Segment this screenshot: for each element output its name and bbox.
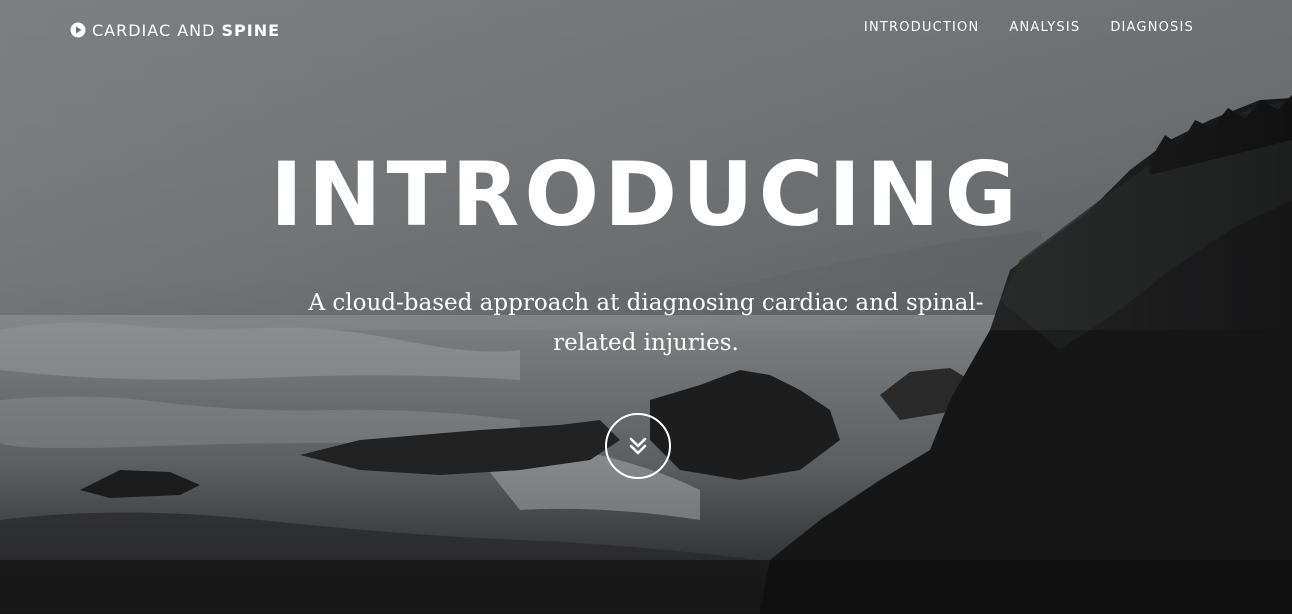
top-navbar: CARDIAC AND SPINE INTRODUCTION ANALYSIS … <box>0 0 1292 58</box>
nav-link-diagnosis[interactable]: DIAGNOSIS <box>1110 20 1194 35</box>
brand-text-bold: SPINE <box>221 20 281 40</box>
brand-logo-link[interactable]: CARDIAC AND SPINE <box>70 19 280 41</box>
hero-section: CARDIAC AND SPINE INTRODUCTION ANALYSIS … <box>0 0 1292 614</box>
nav-link-introduction[interactable]: INTRODUCTION <box>864 20 980 35</box>
hero-headline: INTRODUCING <box>270 143 1022 246</box>
nav-link-analysis[interactable]: ANALYSIS <box>1009 20 1080 35</box>
double-chevron-down-icon <box>629 437 647 455</box>
brand-text-light: CARDIAC AND <box>92 20 222 40</box>
hero-subtitle: A cloud-based approach at diagnosing car… <box>308 290 984 356</box>
scroll-down-button[interactable] <box>605 413 671 479</box>
play-circle-icon <box>70 22 86 38</box>
nav-links: INTRODUCTION ANALYSIS DIAGNOSIS <box>864 20 1194 35</box>
